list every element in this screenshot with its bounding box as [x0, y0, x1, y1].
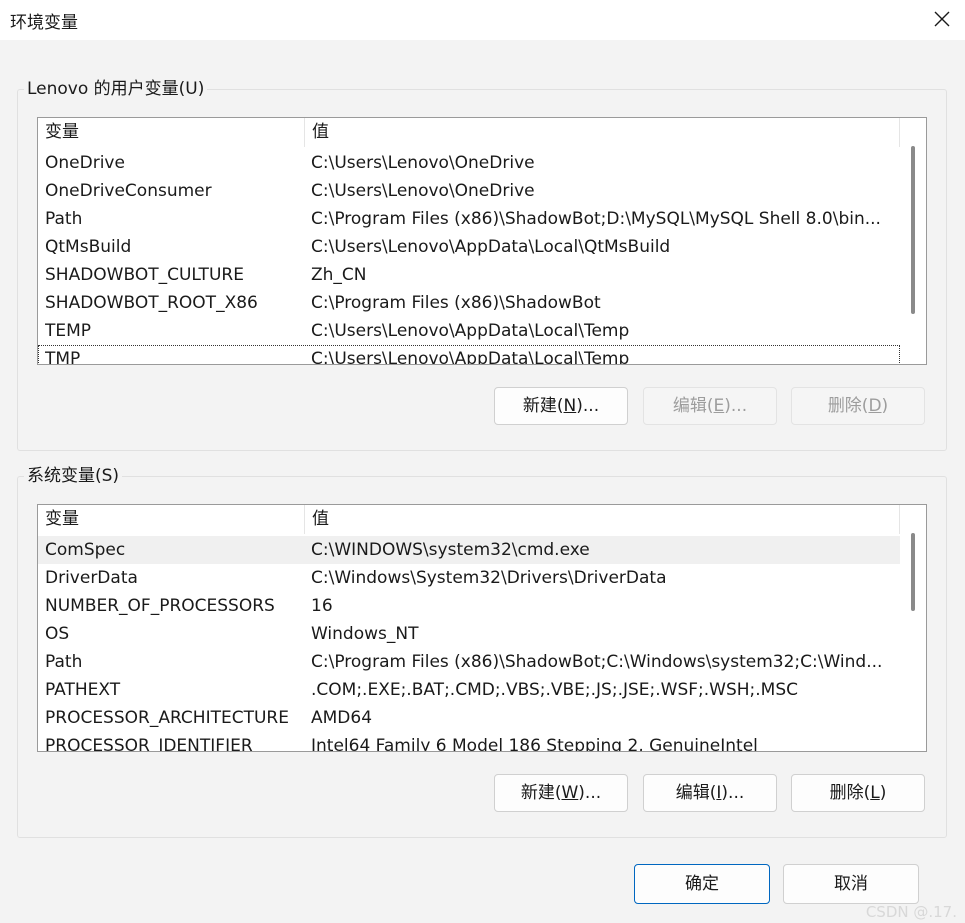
system-variables-label: 系统变量(S): [24, 465, 123, 487]
watermark: CSDN @.17.: [865, 903, 957, 921]
variable-name: SHADOWBOT_ROOT_X86: [45, 293, 258, 313]
window-title: 环境变量: [10, 13, 78, 33]
list-item[interactable]: PROCESSOR_ARCHITECTURE AMD64: [38, 704, 900, 732]
variable-value: AMD64: [311, 708, 373, 728]
system-variables-list[interactable]: 变量 值 ComSpec C:\WINDOWS\system32\cmd.exe…: [37, 504, 927, 752]
variable-name: PROCESSOR_ARCHITECTURE: [45, 708, 289, 728]
list-item[interactable]: Path C:\Program Files (x86)\ShadowBot;C:…: [38, 648, 900, 676]
variable-name: OneDrive: [45, 153, 125, 173]
variable-name: TMP: [45, 349, 81, 365]
cancel-button[interactable]: 取消: [783, 864, 919, 904]
variable-name: QtMsBuild: [45, 237, 132, 257]
list-item[interactable]: ComSpec C:\WINDOWS\system32\cmd.exe: [38, 536, 900, 564]
variable-value: C:\Users\Lenovo\OneDrive: [311, 181, 535, 201]
list-item[interactable]: OneDrive C:\Users\Lenovo\OneDrive: [38, 149, 900, 177]
list-item[interactable]: TEMP C:\Users\Lenovo\AppData\Local\Temp: [38, 317, 900, 345]
variable-value: C:\Users\Lenovo\AppData\Local\Temp: [311, 349, 630, 365]
variable-value: C:\Windows\System32\Drivers\DriverData: [311, 568, 667, 588]
system-edit-button[interactable]: 编辑(I)...: [643, 774, 777, 812]
list-item[interactable]: OneDriveConsumer C:\Users\Lenovo\OneDriv…: [38, 177, 900, 205]
variable-name: PATHEXT: [45, 680, 121, 700]
list-item[interactable]: DriverData C:\Windows\System32\Drivers\D…: [38, 564, 900, 592]
system-delete-button[interactable]: 删除(L): [791, 774, 925, 812]
variable-name: OS: [45, 624, 70, 644]
close-icon: [934, 11, 950, 27]
column-header-value[interactable]: 值: [305, 505, 900, 534]
variable-value: Intel64 Family 6 Model 186 Stepping 2, G…: [311, 736, 758, 752]
list-item[interactable]: Path C:\Program Files (x86)\ShadowBot;D:…: [38, 205, 900, 233]
user-new-button[interactable]: 新建(N)...: [494, 387, 628, 425]
environment-variables-dialog: 环境变量 Lenovo 的用户变量(U) 变量 值 OneDrive C:\Us…: [0, 0, 965, 923]
list-item[interactable]: PROCESSOR_IDENTIFIER Intel64 Family 6 Mo…: [38, 732, 900, 752]
list-item[interactable]: PATHEXT .COM;.EXE;.BAT;.CMD;.VBS;.VBE;.J…: [38, 676, 900, 704]
variable-value: 16: [311, 596, 333, 616]
variable-name: TEMP: [45, 321, 92, 341]
list-item[interactable]: OS Windows_NT: [38, 620, 900, 648]
variable-value: C:\Users\Lenovo\OneDrive: [311, 153, 535, 173]
user-variables-list[interactable]: 变量 值 OneDrive C:\Users\Lenovo\OneDrive O…: [37, 117, 927, 365]
variable-name: ComSpec: [45, 540, 126, 560]
variable-value: .COM;.EXE;.BAT;.CMD;.VBS;.VBE;.JS;.JSE;.…: [311, 680, 799, 700]
vertical-scrollbar[interactable]: [900, 118, 926, 364]
variable-value: Zh_CN: [311, 265, 367, 285]
variable-value: C:\Program Files (x86)\ShadowBot;D:\MySQ…: [311, 209, 881, 229]
variable-value: C:\WINDOWS\system32\cmd.exe: [311, 540, 590, 560]
variable-value: C:\Program Files (x86)\ShadowBot;C:\Wind…: [311, 652, 883, 672]
variable-name: SHADOWBOT_CULTURE: [45, 265, 244, 285]
variable-value: C:\Users\Lenovo\AppData\Local\QtMsBuild: [311, 237, 671, 257]
list-header: 变量 值: [38, 118, 900, 147]
list-item[interactable]: NUMBER_OF_PROCESSORS 16: [38, 592, 900, 620]
variable-value: Windows_NT: [311, 624, 419, 644]
variable-name: DriverData: [45, 568, 138, 588]
variable-name: NUMBER_OF_PROCESSORS: [45, 596, 275, 616]
system-variables-rows: ComSpec C:\WINDOWS\system32\cmd.exe Driv…: [38, 536, 900, 752]
column-header-name[interactable]: 变量: [38, 118, 305, 147]
title-bar: 环境变量: [0, 0, 965, 40]
list-item[interactable]: TMP C:\Users\Lenovo\AppData\Local\Temp: [38, 345, 900, 365]
ok-button[interactable]: 确定: [634, 864, 770, 904]
list-header: 变量 值: [38, 505, 900, 534]
list-item[interactable]: SHADOWBOT_CULTURE Zh_CN: [38, 261, 900, 289]
column-header-name[interactable]: 变量: [38, 505, 305, 534]
scrollbar-thumb[interactable]: [911, 533, 915, 611]
user-variables-rows: OneDrive C:\Users\Lenovo\OneDrive OneDri…: [38, 149, 900, 365]
variable-value: C:\Program Files (x86)\ShadowBot: [311, 293, 601, 313]
list-item[interactable]: QtMsBuild C:\Users\Lenovo\AppData\Local\…: [38, 233, 900, 261]
system-new-button[interactable]: 新建(W)...: [494, 774, 628, 812]
user-variables-label: Lenovo 的用户变量(U): [24, 78, 208, 100]
column-header-value[interactable]: 值: [305, 118, 900, 147]
vertical-scrollbar[interactable]: [900, 505, 926, 751]
system-variables-group: 系统变量(S) 变量 值 ComSpec C:\WINDOWS\system32…: [17, 465, 947, 838]
variable-name: PROCESSOR_IDENTIFIER: [45, 736, 253, 752]
variable-name: Path: [45, 209, 83, 229]
close-button[interactable]: [919, 0, 965, 38]
user-delete-button[interactable]: 删除(D): [791, 387, 925, 425]
user-edit-button[interactable]: 编辑(E)...: [643, 387, 777, 425]
user-variables-group: Lenovo 的用户变量(U) 变量 值 OneDrive C:\Users\L…: [17, 78, 947, 451]
variable-value: C:\Users\Lenovo\AppData\Local\Temp: [311, 321, 630, 341]
list-item[interactable]: SHADOWBOT_ROOT_X86 C:\Program Files (x86…: [38, 289, 900, 317]
variable-name: OneDriveConsumer: [45, 181, 212, 201]
variable-name: Path: [45, 652, 83, 672]
scrollbar-thumb[interactable]: [911, 146, 915, 314]
